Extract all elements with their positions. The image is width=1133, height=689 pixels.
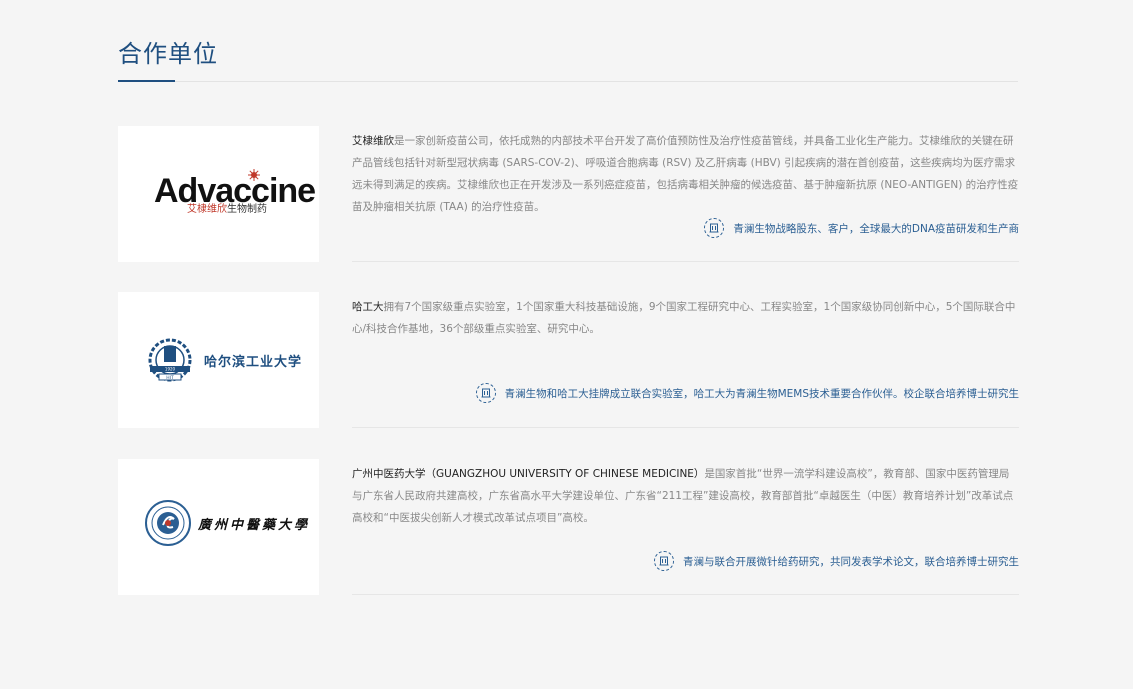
partner-logo-card[interactable]: 廣州中醫藥大學 bbox=[118, 459, 319, 595]
gzucm-logo: 廣州中醫藥大學 bbox=[144, 499, 310, 547]
partner-description: 艾棣维欣是一家创新疫苗公司，依托成熟的内部技术平台开发了高价值预防性及治疗性疫苗… bbox=[352, 135, 1019, 213]
partners-page: 合作单位 Advaccine 艾棣维欣生物制药 艾棣维欣是一家创新疫苗公司，依托… bbox=[0, 0, 1133, 689]
hit-logo: 1920 HIT 哈尔滨工业大学 bbox=[146, 336, 302, 384]
title-divider bbox=[118, 81, 1018, 82]
svg-text:HIT: HIT bbox=[166, 375, 174, 381]
title-accent-bar bbox=[118, 80, 175, 82]
advaccine-logo: Advaccine 艾棣维欣生物制药 bbox=[154, 169, 316, 215]
hit-emblem-icon: 1920 HIT bbox=[148, 338, 192, 382]
partner-highlight[interactable]: 青澜与联合开展微针给药研究，共同发表学术论文，联合培养博士研究生 bbox=[654, 551, 1019, 571]
partner-item: 1920 HIT 哈尔滨工业大学 哈工大拥有7个国家级重点实验室，1个国家重大科… bbox=[118, 292, 1019, 432]
partner-divider bbox=[352, 594, 1019, 595]
partner-divider bbox=[352, 427, 1019, 428]
building-icon bbox=[704, 218, 725, 238]
gzucm-emblem-icon bbox=[145, 500, 191, 546]
partner-highlight[interactable]: 青澜生物和哈工大挂牌成立联合实验室，哈工大为青澜生物MEMS技术重要合作伙伴。校… bbox=[475, 383, 1019, 403]
svg-text:1920: 1920 bbox=[165, 367, 176, 372]
partner-highlight[interactable]: 青澜生物战略股东、客户，全球最大的DNA疫苗研发和生产商 bbox=[704, 218, 1019, 238]
partner-description: 哈工大拥有7个国家级重点实验室，1个国家重大科技基础设施，9个国家工程研究中心、… bbox=[352, 301, 1016, 335]
gzucm-wordmark: 廣州中醫藥大學 bbox=[198, 517, 311, 533]
section-title: 合作单位 bbox=[118, 40, 218, 68]
partner-item: Advaccine 艾棣维欣生物制药 艾棣维欣是一家创新疫苗公司，依托成熟的内部… bbox=[118, 126, 1019, 266]
partner-description: 广州中医药大学（GUANGZHOU UNIVERSITY OF CHINESE … bbox=[352, 468, 1014, 524]
partner-highlight-text: 青澜生物和哈工大挂牌成立联合实验室，哈工大为青澜生物MEMS技术重要合作伙伴。校… bbox=[504, 387, 1019, 400]
partner-logo-card[interactable]: Advaccine 艾棣维欣生物制药 bbox=[118, 126, 319, 262]
partner-item: 廣州中醫藥大學 广州中医药大学（GUANGZHOU UNIVERSITY OF … bbox=[118, 459, 1019, 599]
advaccine-cn-name: 艾棣维欣生物制药 bbox=[187, 204, 267, 215]
partner-name: 艾棣维欣 bbox=[352, 135, 394, 147]
partner-name: 哈工大 bbox=[352, 301, 384, 313]
partner-logo-card[interactable]: 1920 HIT 哈尔滨工业大学 bbox=[118, 292, 319, 428]
hit-wordmark: 哈尔滨工业大学 bbox=[204, 354, 303, 370]
building-icon bbox=[654, 551, 674, 571]
partner-highlight-text: 青澜与联合开展微针给药研究，共同发表学术论文，联合培养博士研究生 bbox=[683, 555, 1019, 568]
partner-name: 广州中医药大学（GUANGZHOU UNIVERSITY OF CHINESE … bbox=[352, 468, 705, 480]
building-icon bbox=[475, 383, 496, 403]
partner-highlight-text: 青澜生物战略股东、客户，全球最大的DNA疫苗研发和生产商 bbox=[733, 222, 1019, 235]
virus-icon bbox=[248, 169, 260, 181]
partner-divider bbox=[352, 261, 1019, 262]
